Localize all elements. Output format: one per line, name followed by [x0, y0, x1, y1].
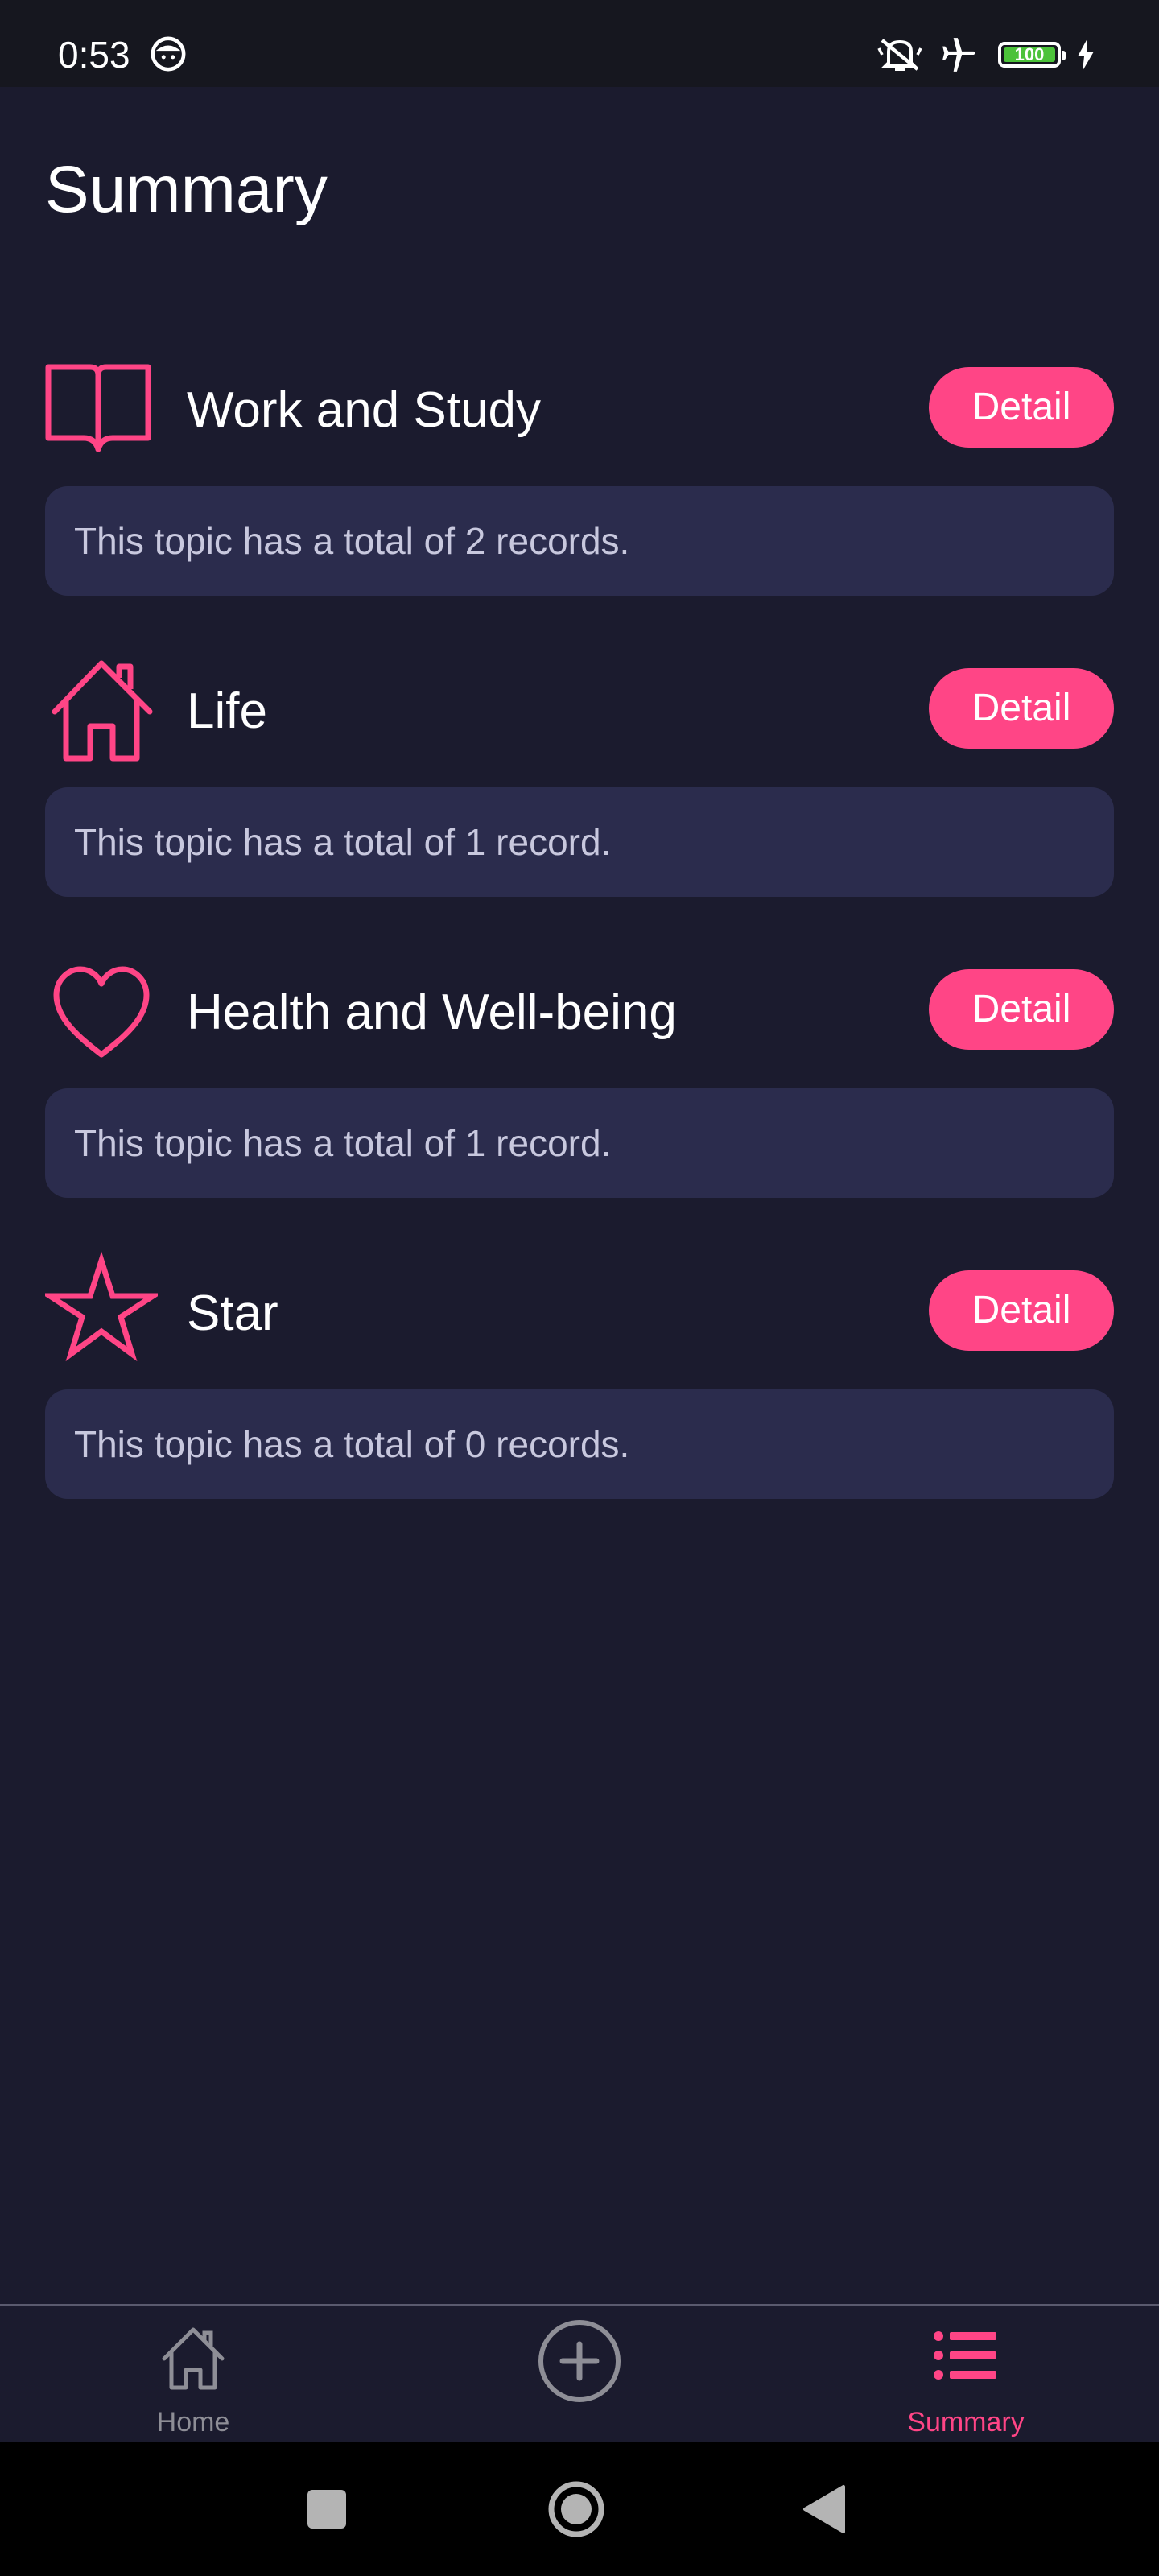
home-icon — [162, 2327, 225, 2390]
list-icon — [934, 2331, 996, 2380]
topic-name: Work and Study — [187, 382, 541, 438]
topic-name: Life — [187, 683, 267, 739]
record-count-text: This topic has a total of 0 records. — [74, 1423, 630, 1465]
bottom-navigation: Home Summary — [0, 2304, 1159, 2444]
nav-label-home: Home — [156, 2407, 230, 2438]
add-circle-icon — [538, 2320, 621, 2402]
record-count-text: This topic has a total of 2 records. — [74, 520, 630, 562]
airplane-icon — [942, 38, 975, 72]
topic-name: Health and Well-being — [187, 985, 677, 1040]
nav-item-home[interactable]: Home — [72, 2306, 314, 2444]
book-icon — [45, 364, 151, 452]
nav-label-summary: Summary — [907, 2407, 1025, 2438]
topic-work-and-study: Work and Study Detail This topic has a t… — [45, 348, 1114, 596]
detail-button[interactable]: Detail — [929, 367, 1114, 448]
topic-name: Star — [187, 1286, 278, 1341]
topic-header: Work and Study Detail — [45, 348, 1114, 469]
topic-summary-card: This topic has a total of 0 records. — [45, 1389, 1114, 1499]
back-triangle-icon[interactable] — [802, 2484, 847, 2534]
mute-icon — [877, 39, 922, 71]
topic-summary-card: This topic has a total of 2 records. — [45, 486, 1114, 596]
page-title: Summary — [45, 153, 328, 226]
status-time: 0:53 — [58, 34, 130, 76]
status-bar: 0:53 100 — [0, 0, 1159, 87]
topic-summary-card: This topic has a total of 1 record. — [45, 787, 1114, 897]
topic-summary-card: This topic has a total of 1 record. — [45, 1088, 1114, 1198]
topic-header: Health and Well-being Detail — [45, 950, 1114, 1071]
record-count-text: This topic has a total of 1 record. — [74, 821, 612, 863]
detail-button[interactable]: Detail — [929, 1270, 1114, 1351]
battery-level: 100 — [1004, 44, 1055, 64]
charging-icon — [1078, 39, 1094, 71]
topic-header: Life Detail — [45, 649, 1114, 770]
heart-icon — [53, 966, 150, 1058]
battery-icon: 100 — [998, 42, 1066, 68]
topic-star: Star Detail This topic has a total of 0 … — [45, 1251, 1114, 1499]
topic-header: Star Detail — [45, 1251, 1114, 1372]
house-icon — [52, 660, 153, 762]
nav-item-summary[interactable]: Summary — [845, 2306, 1087, 2444]
nav-item-add[interactable] — [459, 2306, 700, 2444]
detail-button[interactable]: Detail — [929, 668, 1114, 749]
status-icons: 100 — [877, 31, 1095, 79]
face-icon — [151, 36, 186, 72]
detail-button[interactable]: Detail — [929, 969, 1114, 1050]
recents-square-icon[interactable] — [306, 2488, 348, 2530]
star-icon — [45, 1251, 158, 1362]
home-circle-icon[interactable] — [547, 2480, 605, 2538]
topic-health-and-well-being: Health and Well-being Detail This topic … — [45, 950, 1114, 1198]
system-navigation-bar — [0, 2442, 1159, 2576]
record-count-text: This topic has a total of 1 record. — [74, 1122, 612, 1164]
topic-life: Life Detail This topic has a total of 1 … — [45, 649, 1114, 897]
